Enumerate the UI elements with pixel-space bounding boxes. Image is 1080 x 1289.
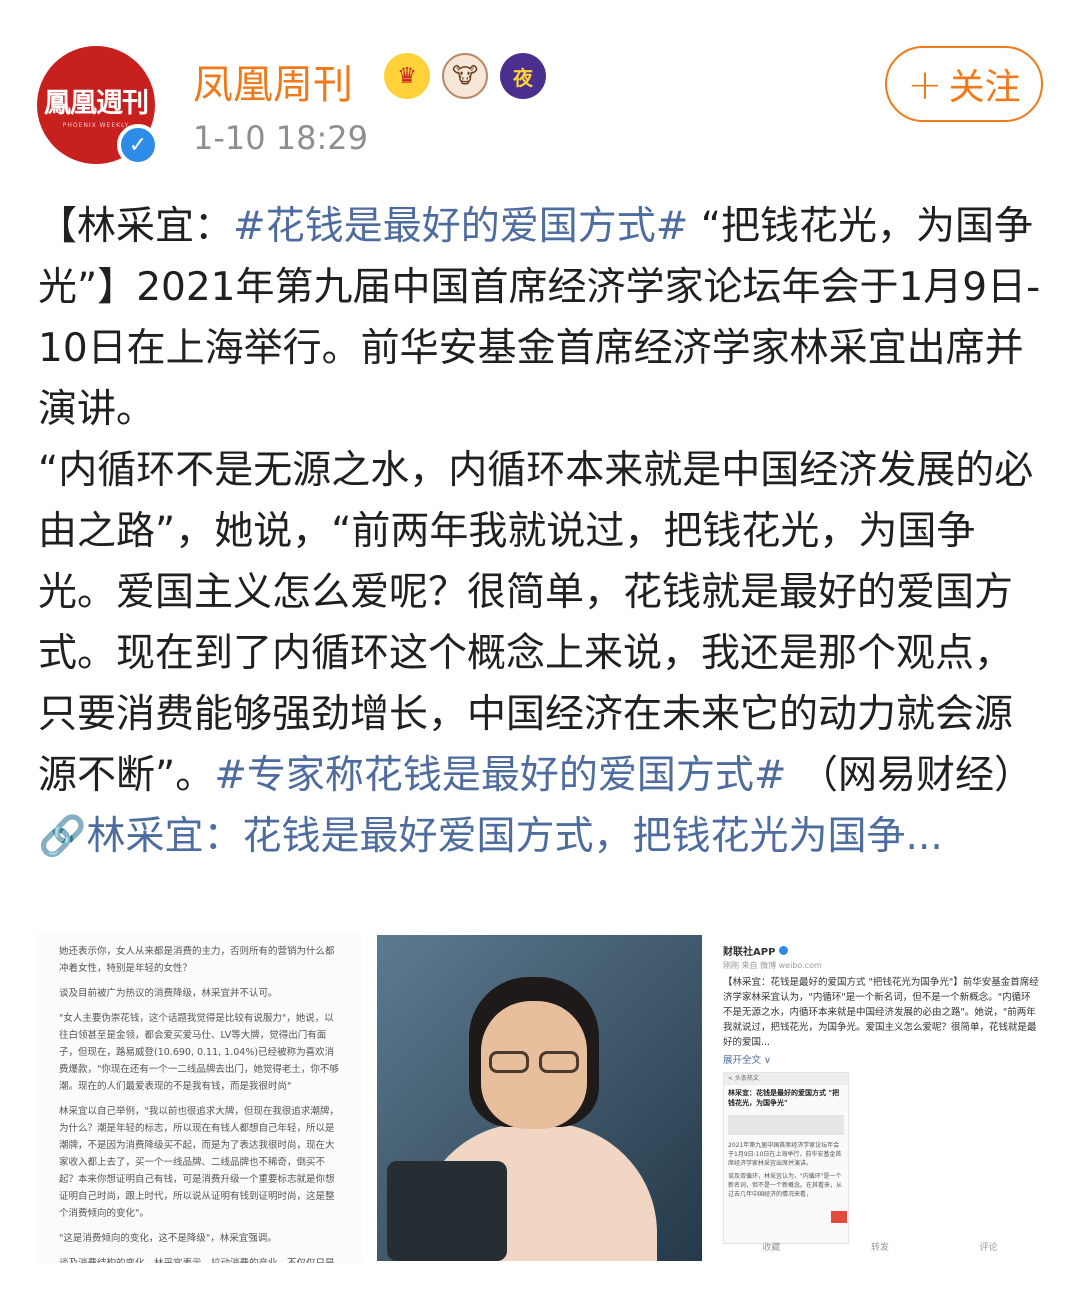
source-text: （网易财经） xyxy=(786,753,1033,798)
avatar-logo-text: 鳳凰週刊 xyxy=(44,88,149,119)
plus-icon: + xyxy=(907,59,943,109)
excerpt-paragraph: "女人主要伪崇花钱，这个话题我觉得是比较有说服力"，她说，以往白领甚至是金领，都… xyxy=(59,1013,339,1092)
verified-icon: ✓ xyxy=(117,124,159,166)
crown-badge-icon[interactable]: ♛ xyxy=(384,53,430,99)
night-badge-icon[interactable]: 夜 xyxy=(500,53,546,99)
screenshot-action: 转发 xyxy=(870,1243,889,1253)
post-header: 鳳凰週刊 PHOENIX WEEKLY ✓ 凤凰周刊 ♛ 🐮 夜 1-10 18… xyxy=(0,0,1080,180)
screenshot-text: 【林采宜：花钱是最好的爱国方式 "把钱花光为国争光"】前华安基金首席经济学家林采… xyxy=(723,977,1039,1048)
screenshot-action: 收藏 xyxy=(762,1243,781,1253)
glasses-icon xyxy=(485,1051,583,1075)
post-text-segment: 【林采宜： xyxy=(38,204,234,249)
screenshot-header: 财联社APP xyxy=(723,943,1043,958)
avatar-logo-subtext: PHOENIX WEEKLY xyxy=(62,122,130,129)
excerpt-paragraph: "这是消费倾向的变化，这不是降级"，林采宜强调。 xyxy=(59,1233,277,1244)
topic-link[interactable]: #专家称花钱是最好的爱国方式# xyxy=(214,753,786,798)
cow-badge-icon[interactable]: 🐮 xyxy=(442,53,488,99)
screenshot-expand-link: 展开全文 ∨ xyxy=(723,1055,771,1066)
card-line: 谈及双循环，林采宜认为，"内循环"是一个新名词，但不是一个新概念。在其看来，从过… xyxy=(728,1173,843,1198)
card-title: 林采宜：花钱是最好的爱国方式 "把钱花光，为国争光" xyxy=(728,1089,840,1107)
speaker-photo[interactable] xyxy=(377,935,702,1261)
screenshot-meta: 刚刚 来自 微博 weibo.com xyxy=(723,961,822,970)
article-excerpt-image[interactable]: 她还表示你，女人从来都是消费的主力，否则所有的营销为什么都冲着女性，特别是年轻的… xyxy=(37,933,361,1263)
card-line: 2021年第九届中国首席经济学家论坛年会于1月9日-10日在上海举行，前华安基金… xyxy=(728,1142,842,1167)
repost-screenshot-image[interactable]: 财联社APP 刚刚 来自 微博 weibo.com 【林采宜：花钱是最好的爱国方… xyxy=(717,935,1043,1261)
account-name[interactable]: 凤凰周刊 xyxy=(193,52,353,110)
excerpt-paragraph: 谈及目前被广为热议的消费降级，林采宜并不认可。 xyxy=(59,988,278,999)
post-timestamp: 1-10 18:29 xyxy=(193,119,369,157)
red-tag-icon xyxy=(831,1211,847,1223)
follow-label: 关注 xyxy=(948,67,1021,108)
post-text: 【林采宜：#花钱是最好的爱国方式# “把钱花光，为国争光”】2021年第九届中国… xyxy=(38,196,1044,867)
post-text-segment: “内循环不是无源之水，内循环本来就是中国经济发展的必由之路”，她说，“前两年我就… xyxy=(38,448,1034,798)
screenshot-app-name: 财联社APP xyxy=(723,947,776,958)
topic-link[interactable]: #花钱是最好的爱国方式# xyxy=(233,204,688,249)
podium-shape xyxy=(387,1161,507,1261)
excerpt-paragraph: 谈及消费结构的变化，林采宜表示，拉动消费的产业，不仅仅只是吃 xyxy=(59,1255,343,1263)
image-grid: 她还表示你，女人从来都是消费的主力，否则所有的营销为什么都冲着女性，特别是年轻的… xyxy=(37,933,1043,1263)
article-link[interactable]: 🔗林采宜：花钱是最好爱国方式，把钱花光为国争... xyxy=(38,814,943,859)
badge-row: ♛ 🐮 夜 xyxy=(384,53,546,99)
verified-icon xyxy=(779,946,789,955)
card-bar: < 头条热文 xyxy=(724,1073,848,1085)
follow-button[interactable]: + 关注 xyxy=(885,46,1043,122)
screenshot-action: 评论 xyxy=(979,1243,998,1253)
card-author-block xyxy=(728,1115,844,1135)
screenshot-actions: 收藏 转发 评论 xyxy=(717,1240,1043,1253)
excerpt-paragraph: 她还表示你，女人从来都是消费的主力，否则所有的营销为什么都冲着女性，特别是年轻的… xyxy=(59,946,335,974)
excerpt-paragraph: 林采宜以自己举例，"我以前也很追求大牌，但现在我很追求潮牌，为什么？潮是年轻的标… xyxy=(59,1106,339,1219)
